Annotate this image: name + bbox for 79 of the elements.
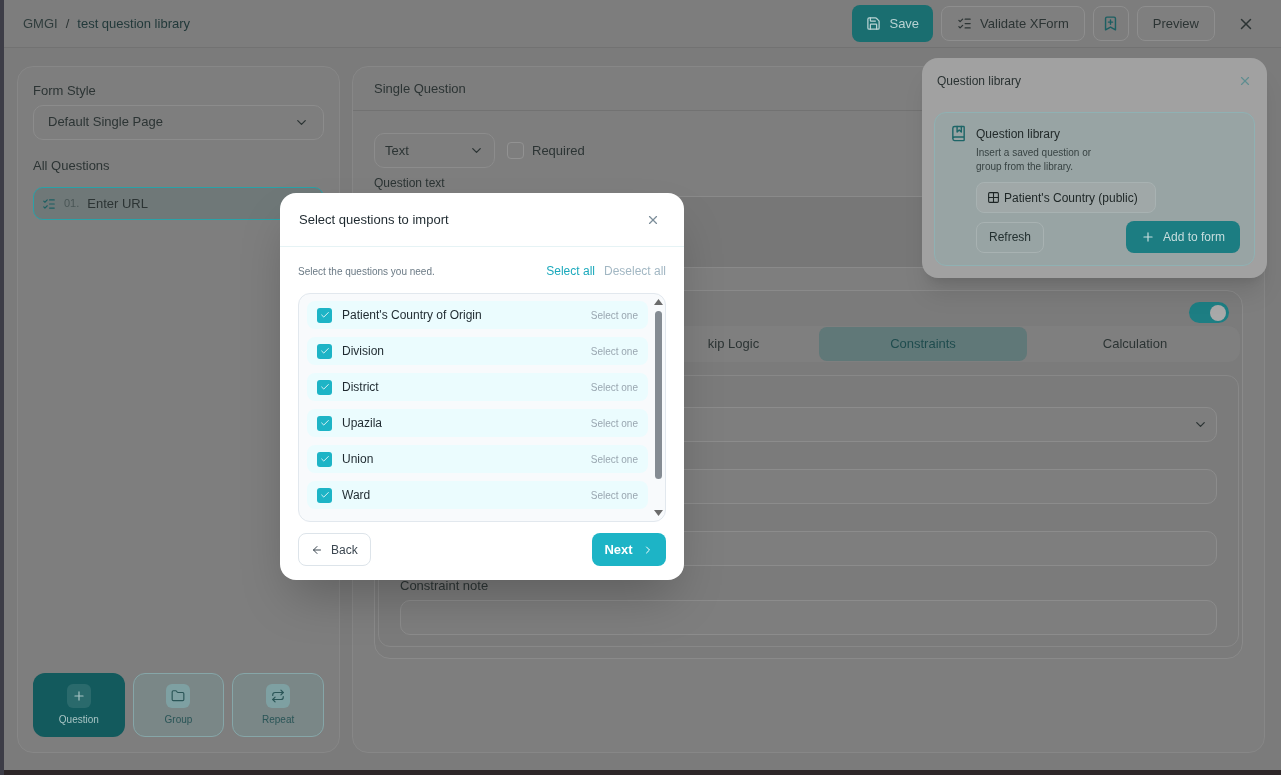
scroll-up-icon[interactable] <box>654 299 663 305</box>
question-checkbox[interactable] <box>317 451 332 467</box>
add-item-icon <box>66 683 91 708</box>
save-button[interactable]: Save <box>852 5 934 42</box>
select-all-link[interactable]: Select all <box>546 262 595 280</box>
card-description: Insert a saved question or group from the library. <box>976 146 1093 174</box>
add-to-form-button[interactable]: Add to form <box>1125 221 1240 253</box>
question-label: Patient's Country of Origin <box>342 307 482 324</box>
question-type: Select one <box>590 380 638 395</box>
question-checkbox[interactable] <box>317 487 332 503</box>
breadcrumb-link[interactable]: GMGI <box>23 13 58 34</box>
toggle-switch[interactable] <box>1189 302 1229 323</box>
question-option[interactable]: Union Select one <box>307 445 648 473</box>
check-icon <box>319 346 330 356</box>
grid-icon <box>987 191 1000 204</box>
check-icon <box>319 310 330 320</box>
question-type: Select one <box>590 488 638 503</box>
check-icon <box>319 382 330 392</box>
question-option[interactable]: Upazila Select one <box>307 409 648 437</box>
checklist-icon <box>957 16 973 31</box>
check-icon <box>319 490 330 500</box>
question-checkbox[interactable] <box>317 307 332 323</box>
plus-icon <box>1140 230 1155 244</box>
refresh-button[interactable]: Refresh <box>976 221 1045 253</box>
library-select[interactable]: Patient's Country (public) <box>976 182 1156 213</box>
close-icon <box>1238 74 1252 88</box>
check-icon <box>319 454 330 464</box>
scroll-down-icon[interactable] <box>654 510 663 516</box>
field-label: Form Style <box>33 82 97 100</box>
question-type: Select one <box>590 452 638 467</box>
question-type: Select one <box>590 308 638 323</box>
question-option[interactable]: Patient's Country of Origin Select one <box>307 301 648 329</box>
section-label: All Questions <box>33 156 111 175</box>
question-label: District <box>342 379 379 396</box>
add-item-icon <box>266 683 291 708</box>
panel-title: Question library <box>937 73 1022 90</box>
question-option[interactable]: Division Select one <box>307 337 648 365</box>
required-label: Required <box>532 141 585 160</box>
question-option[interactable]: District Select one <box>307 373 648 401</box>
question-type: Select one <box>590 344 638 359</box>
add-item-icon <box>166 683 191 708</box>
arrow-left-icon <box>311 543 323 556</box>
card-title: Question library <box>976 126 1062 143</box>
settings-tab[interactable]: kip Logic <box>652 327 815 361</box>
settings-tab[interactable]: Calculation <box>1031 327 1239 361</box>
question-option[interactable]: Ward Select one <box>307 481 648 509</box>
question-checkbox[interactable] <box>317 343 332 359</box>
deselect-all-link[interactable]: Deselect all <box>603 262 666 280</box>
book-icon <box>950 125 967 142</box>
question-type: Select one <box>590 416 638 431</box>
save-icon <box>866 16 882 31</box>
add-item-button[interactable]: Repeat <box>232 673 324 737</box>
question-checkbox[interactable] <box>317 379 332 395</box>
question-label: Upazila <box>342 415 383 432</box>
question-label: Enter URL <box>87 194 148 213</box>
bookmark-button[interactable] <box>1092 6 1129 41</box>
breadcrumb-separator: / <box>65 14 70 33</box>
toolbar-button[interactable]: Validate XForm <box>941 6 1085 41</box>
next-button[interactable]: Next <box>592 533 666 566</box>
check-icon <box>319 418 330 428</box>
add-item-button[interactable]: Question <box>33 673 125 737</box>
settings-tab[interactable]: Constraints <box>819 327 1027 361</box>
type-select[interactable]: Text <box>374 133 495 168</box>
checklist-icon <box>42 196 56 211</box>
back-button[interactable]: Back <box>298 533 371 566</box>
dialog-hint: Select the questions you need. <box>298 264 435 279</box>
field-label: Constraint note <box>400 577 490 595</box>
field-label: Question text <box>374 176 446 190</box>
question-label: Ward <box>342 487 371 504</box>
question-label: Division <box>342 343 384 360</box>
question-checkbox[interactable] <box>317 415 332 431</box>
breadcrumb-current: test question library <box>77 14 191 33</box>
constraint-note-field[interactable] <box>400 599 1217 635</box>
form-style-select[interactable]: Default Single Page <box>33 104 324 140</box>
question-label: Union <box>342 451 374 468</box>
toolbar-button[interactable]: Preview <box>1136 6 1215 41</box>
add-item-button[interactable]: Group <box>132 673 225 737</box>
panel-title: Single Question <box>374 79 466 98</box>
close-button[interactable] <box>1238 74 1252 88</box>
